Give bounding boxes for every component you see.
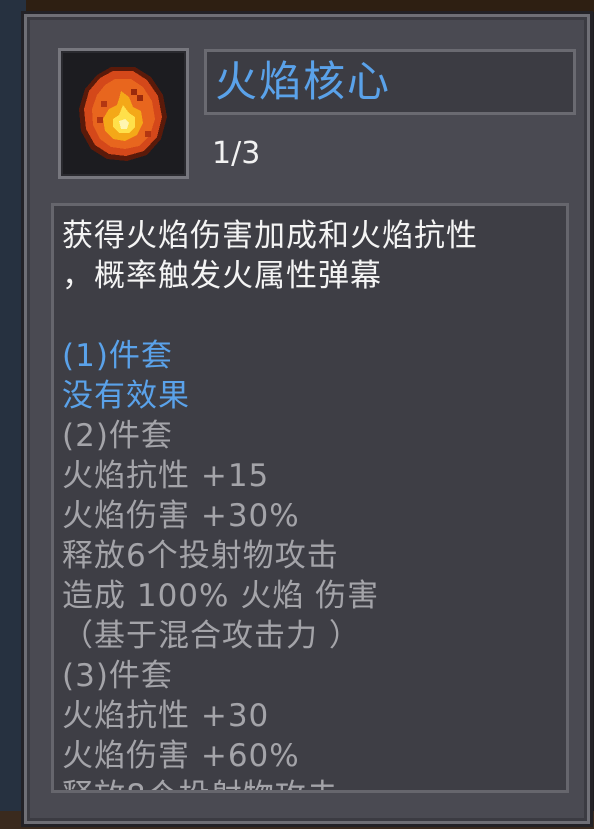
item-name: 火焰核心 xyxy=(215,57,392,106)
set-bonus-2-effect: 火焰伤害 +30% xyxy=(62,498,300,534)
set-bonus-1-effect: 没有效果 xyxy=(62,378,190,414)
game-screen: 火焰核心 1/3 获得火焰伤害加成和火焰抗性 ，概率触发火属性弹幕 (1)件套 … xyxy=(0,0,594,829)
item-tooltip-panel: 火焰核心 1/3 获得火焰伤害加成和火焰抗性 ，概率触发火属性弹幕 (1)件套 … xyxy=(24,14,590,824)
set-bonus-2-title: (2)件套 xyxy=(62,418,173,454)
set-bonus-3-effect: 火焰抗性 +30 xyxy=(62,698,270,734)
set-bonus-3-effect: 火焰伤害 +60% xyxy=(62,738,300,774)
description-line: ，概率触发火属性弹幕 xyxy=(62,258,382,294)
set-bonus-2-effect: （基于混合攻击力 ） xyxy=(62,618,361,654)
set-bonus-3-effect: 释放8个投射物攻击 xyxy=(62,776,562,790)
set-bonus-3-title: (3)件套 xyxy=(62,658,173,694)
item-count: 1/3 xyxy=(212,136,261,171)
item-description-box[interactable]: 获得火焰伤害加成和火焰抗性 ，概率触发火属性弹幕 (1)件套 没有效果 (2)件… xyxy=(51,203,569,793)
item-name-box: 火焰核心 xyxy=(204,49,576,115)
background-left xyxy=(0,0,26,829)
item-icon-frame xyxy=(58,48,189,179)
set-bonus-2-effect: 释放6个投射物攻击 xyxy=(62,538,339,574)
set-bonus-2-effect: 造成 100% 火焰 伤害 xyxy=(62,578,380,614)
set-bonus-2-effect: 火焰抗性 +15 xyxy=(62,458,270,494)
fire-orb-icon xyxy=(79,67,167,161)
background-top xyxy=(0,0,594,12)
set-bonus-1-title: (1)件套 xyxy=(62,338,173,374)
description-line: 获得火焰伤害加成和火焰抗性 xyxy=(62,218,478,254)
item-description-content: 获得火焰伤害加成和火焰抗性 ，概率触发火属性弹幕 (1)件套 没有效果 (2)件… xyxy=(62,216,562,790)
